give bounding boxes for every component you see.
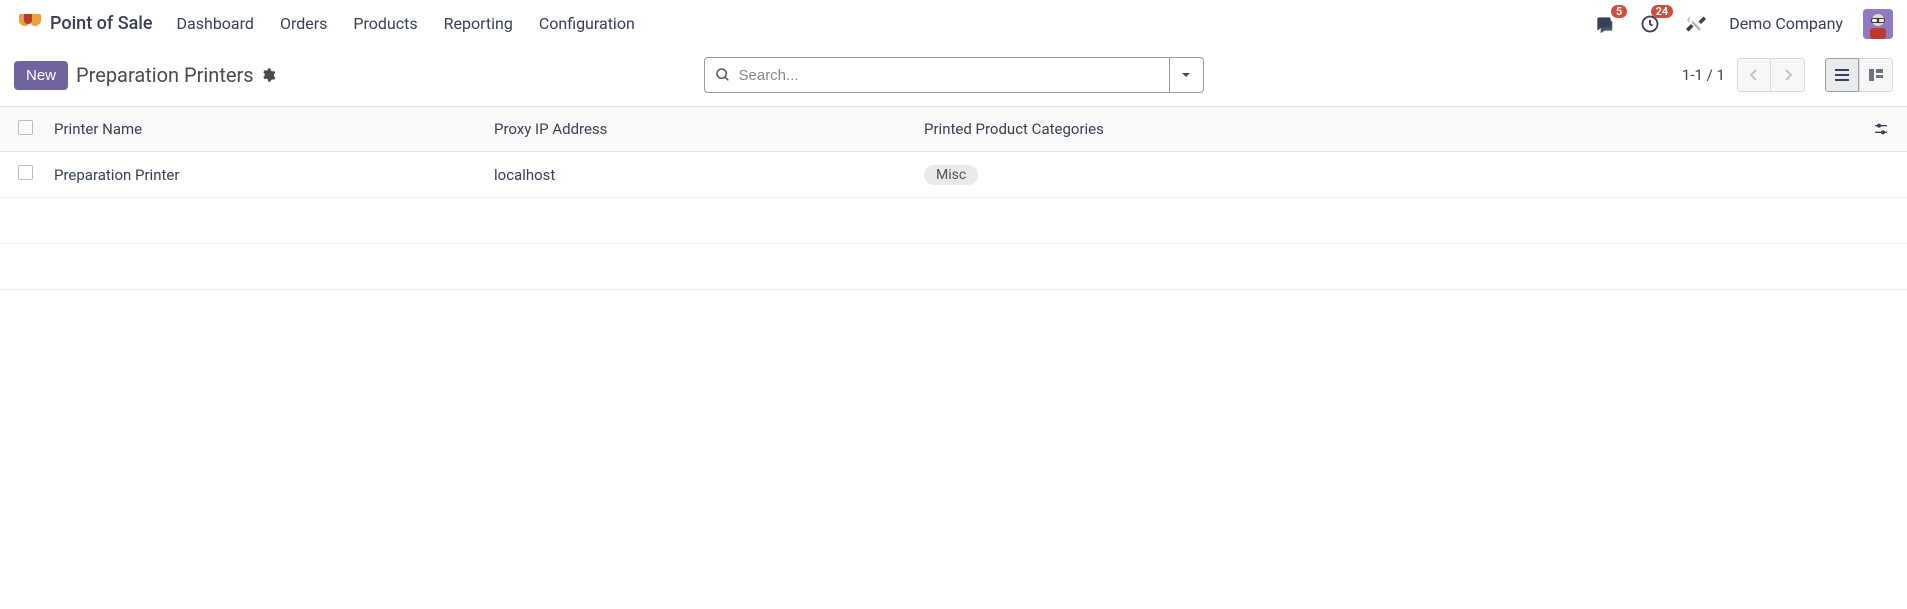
optional-fields-icon[interactable] (1873, 121, 1889, 137)
search-input[interactable] (739, 67, 1159, 84)
company-selector[interactable]: Demo Company (1729, 14, 1843, 33)
cell-categories: Misc (924, 165, 1859, 185)
table-row[interactable]: Preparation Printer localhost Misc (0, 152, 1907, 198)
pager-buttons (1737, 58, 1805, 92)
table-header: Printer Name Proxy IP Address Printed Pr… (0, 106, 1907, 152)
tools-icon[interactable] (1683, 11, 1709, 37)
header-printer-name[interactable]: Printer Name (54, 120, 494, 138)
pager-prev-button[interactable] (1737, 58, 1771, 92)
activities-icon[interactable]: 24 (1637, 11, 1663, 37)
new-button[interactable]: New (14, 61, 68, 90)
breadcrumb: Preparation Printers (76, 63, 254, 87)
messages-icon[interactable]: 5 (1591, 11, 1617, 37)
list-view-button[interactable] (1825, 58, 1859, 92)
activities-badge: 24 (1651, 5, 1674, 18)
search-icon (715, 67, 731, 83)
search-box (704, 57, 1170, 93)
nav-orders[interactable]: Orders (280, 14, 327, 33)
nav-products[interactable]: Products (353, 14, 417, 33)
messages-badge: 5 (1611, 5, 1627, 18)
list-table: Printer Name Proxy IP Address Printed Pr… (0, 106, 1907, 290)
row-checkbox[interactable] (18, 165, 33, 180)
category-tag: Misc (924, 165, 978, 185)
kanban-view-button[interactable] (1859, 58, 1893, 92)
cell-printer-name: Preparation Printer (54, 166, 494, 184)
app-title[interactable]: Point of Sale (50, 13, 153, 34)
nav-links: Dashboard Orders Products Reporting Conf… (177, 14, 635, 33)
pager-text[interactable]: 1-1 / 1 (1682, 66, 1725, 84)
right-controls: 1-1 / 1 (1682, 58, 1893, 92)
control-bar: New Preparation Printers 1-1 / 1 (0, 48, 1907, 106)
search-dropdown-toggle[interactable] (1170, 57, 1204, 93)
gear-icon[interactable] (260, 67, 276, 83)
search-container (704, 57, 1204, 93)
nav-reporting[interactable]: Reporting (444, 14, 513, 33)
app-logo-icon[interactable] (14, 10, 42, 38)
nav-dashboard[interactable]: Dashboard (177, 14, 254, 33)
pager-next-button[interactable] (1771, 58, 1805, 92)
nav-configuration[interactable]: Configuration (539, 14, 635, 33)
empty-row (0, 198, 1907, 244)
top-nav: Point of Sale Dashboard Orders Products … (0, 0, 1907, 48)
cell-proxy-ip: localhost (494, 166, 924, 184)
avatar[interactable] (1863, 9, 1893, 39)
empty-row (0, 244, 1907, 290)
nav-right: 5 24 Demo Company (1591, 9, 1893, 39)
header-categories[interactable]: Printed Product Categories (924, 120, 1859, 138)
select-all-checkbox[interactable] (18, 120, 33, 135)
header-proxy-ip[interactable]: Proxy IP Address (494, 120, 924, 138)
view-switcher (1825, 58, 1893, 92)
